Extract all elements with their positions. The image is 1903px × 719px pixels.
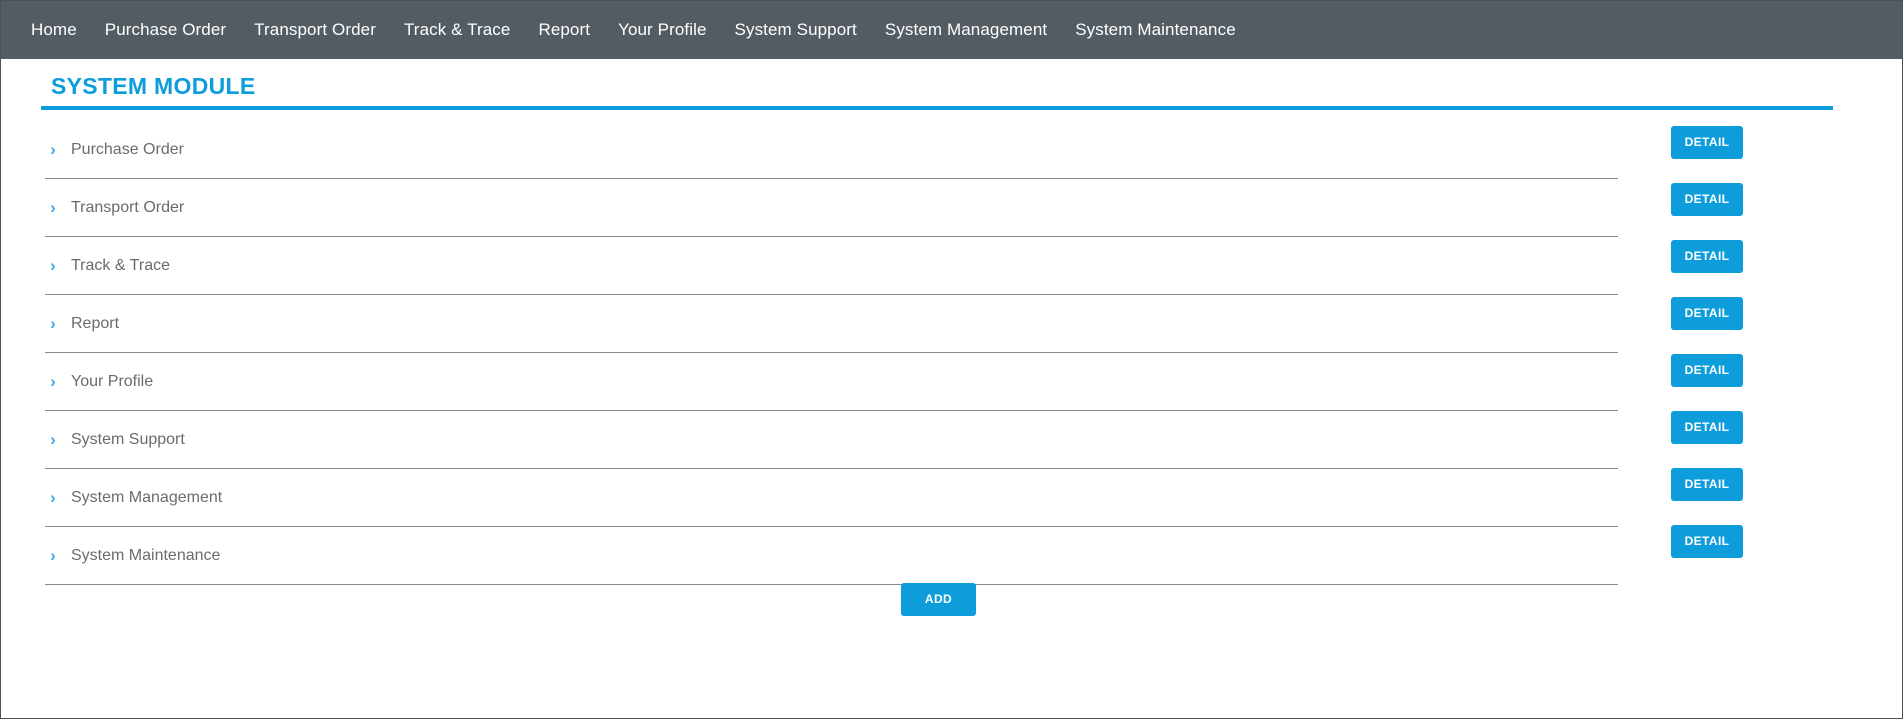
- add-button[interactable]: ADD: [901, 583, 976, 616]
- chevron-right-icon: ›: [50, 198, 56, 217]
- nav-item-purchase-order[interactable]: Purchase Order: [91, 1, 240, 59]
- module-row-track-and-trace[interactable]: › Track & Trace: [45, 237, 1618, 295]
- detail-button-transport-order[interactable]: DETAIL: [1671, 183, 1743, 216]
- module-row-your-profile[interactable]: › Your Profile: [45, 353, 1618, 411]
- main-content-area: SYSTEM MODULE › Purchase Order › Transpo…: [1, 59, 1902, 718]
- nav-item-system-maintenance[interactable]: System Maintenance: [1061, 1, 1250, 59]
- detail-button-purchase-order[interactable]: DETAIL: [1671, 126, 1743, 159]
- module-row-label: System Maintenance: [71, 546, 221, 564]
- chevron-right-icon: ›: [50, 430, 56, 449]
- detail-button-system-maintenance[interactable]: DETAIL: [1671, 525, 1743, 558]
- module-row-system-management[interactable]: › System Management: [45, 469, 1618, 527]
- detail-button-track-and-trace[interactable]: DETAIL: [1671, 240, 1743, 273]
- module-row-system-support[interactable]: › System Support: [45, 411, 1618, 469]
- nav-item-system-support[interactable]: System Support: [721, 1, 871, 59]
- detail-button-your-profile[interactable]: DETAIL: [1671, 354, 1743, 387]
- chevron-right-icon: ›: [50, 256, 56, 275]
- module-row-label: System Management: [71, 488, 223, 506]
- page-title: SYSTEM MODULE: [51, 73, 256, 99]
- module-row-label: System Support: [71, 430, 185, 448]
- module-row-label: Your Profile: [71, 372, 154, 390]
- chevron-right-icon: ›: [50, 488, 56, 507]
- nav-item-home[interactable]: Home: [17, 1, 91, 59]
- module-row-report[interactable]: › Report: [45, 295, 1618, 353]
- module-row-label: Track & Trace: [71, 256, 170, 274]
- chevron-right-icon: ›: [50, 546, 56, 565]
- application-window: Home Purchase Order Transport Order Trac…: [0, 0, 1903, 719]
- main-navigation-bar: Home Purchase Order Transport Order Trac…: [1, 1, 1902, 59]
- module-row-label: Report: [71, 314, 120, 332]
- module-row-label: Purchase Order: [71, 140, 184, 158]
- module-row-label: Transport Order: [71, 198, 185, 216]
- nav-item-report[interactable]: Report: [524, 1, 604, 59]
- module-row-transport-order[interactable]: › Transport Order: [45, 179, 1618, 237]
- detail-button-system-management[interactable]: DETAIL: [1671, 468, 1743, 501]
- nav-item-your-profile[interactable]: Your Profile: [604, 1, 720, 59]
- title-underline-rule: [41, 106, 1833, 110]
- chevron-right-icon: ›: [50, 140, 56, 159]
- chevron-right-icon: ›: [50, 314, 56, 333]
- nav-item-transport-order[interactable]: Transport Order: [240, 1, 390, 59]
- nav-item-system-management[interactable]: System Management: [871, 1, 1061, 59]
- system-module-list: › Purchase Order › Transport Order › Tra…: [45, 121, 1618, 585]
- module-row-purchase-order[interactable]: › Purchase Order: [45, 121, 1618, 179]
- nav-item-track-and-trace[interactable]: Track & Trace: [390, 1, 524, 59]
- detail-button-report[interactable]: DETAIL: [1671, 297, 1743, 330]
- detail-button-system-support[interactable]: DETAIL: [1671, 411, 1743, 444]
- detail-button-column: DETAIL DETAIL DETAIL DETAIL DETAIL DETAI…: [1671, 126, 1761, 582]
- chevron-right-icon: ›: [50, 372, 56, 391]
- module-row-system-maintenance[interactable]: › System Maintenance: [45, 527, 1618, 585]
